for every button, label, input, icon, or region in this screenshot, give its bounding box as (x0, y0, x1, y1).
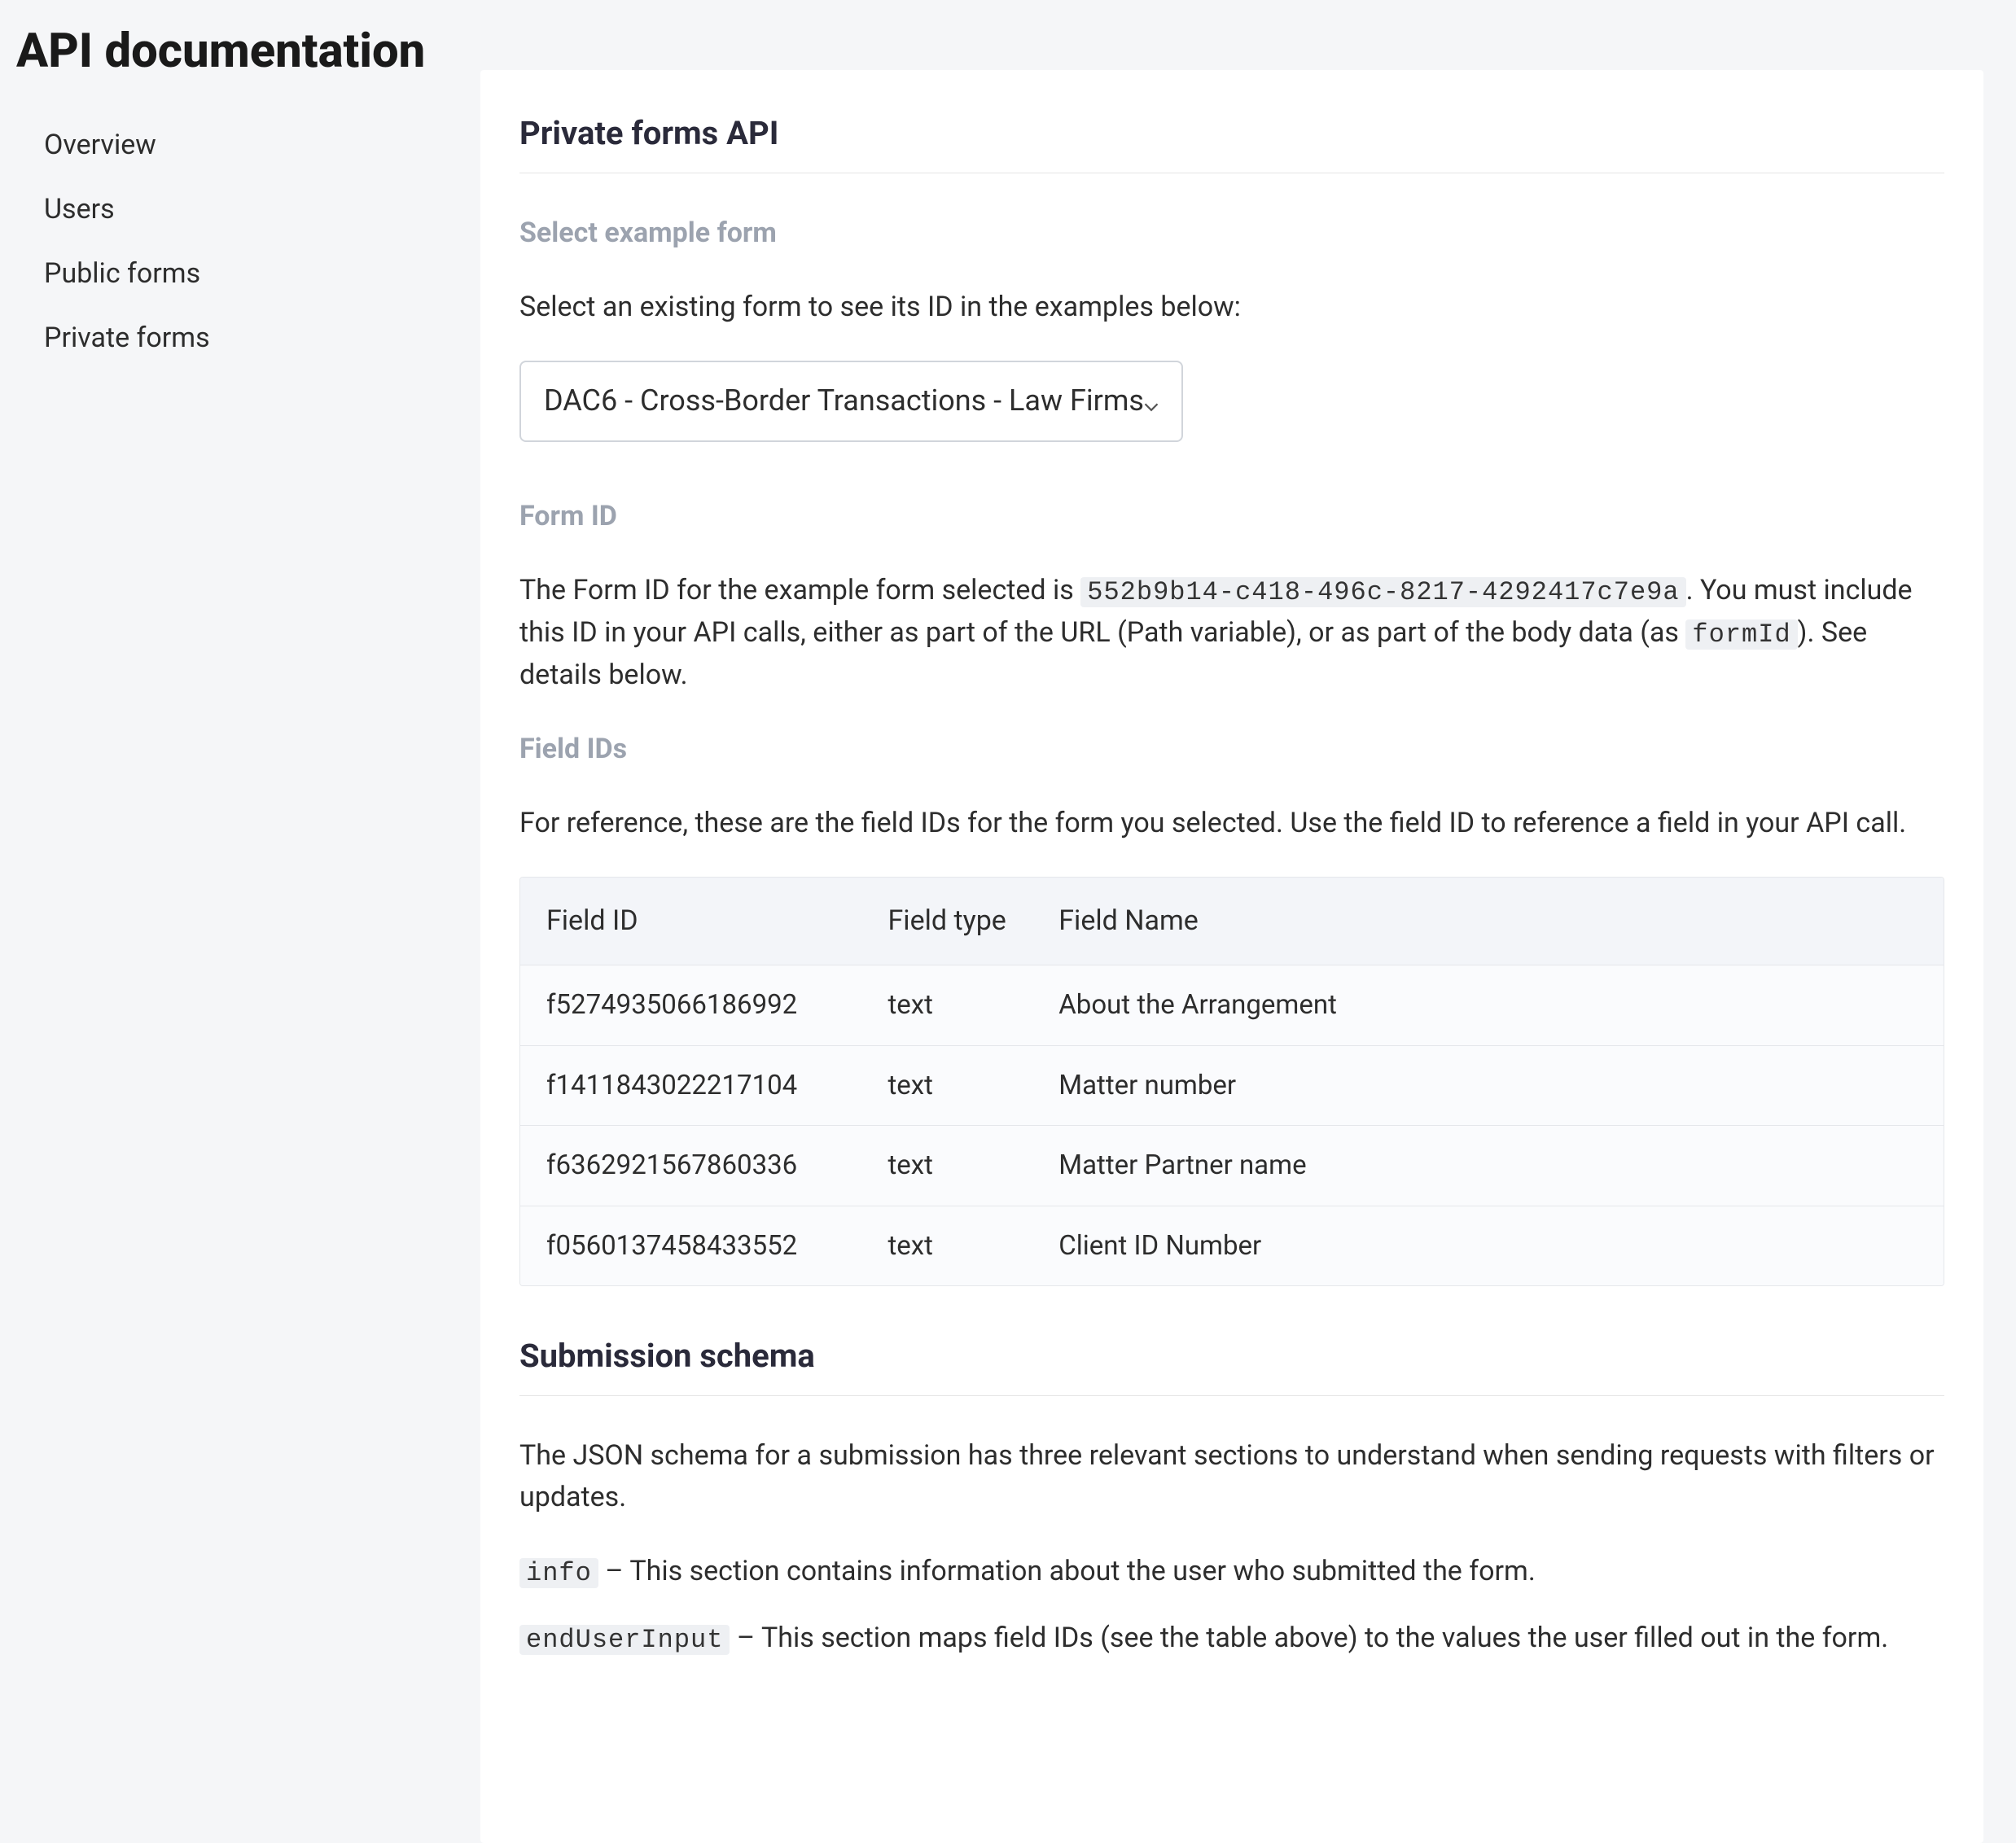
divider (519, 1395, 1944, 1396)
cell-field-type: text (862, 1206, 1033, 1285)
form-select-value: DAC6 - Cross-Border Transactions - Law F… (544, 383, 1144, 418)
sidebar-nav: Overview Users Public forms Private form… (16, 113, 464, 370)
schema-item-info: info – This section contains information… (519, 1551, 1944, 1593)
table-row: f5274935066186992 text About the Arrange… (520, 965, 1944, 1046)
cell-field-type: text (862, 1045, 1033, 1126)
cell-field-name: Matter number (1032, 1045, 1944, 1126)
field-ids-table: Field ID Field type Field Name f52749350… (520, 878, 1944, 1285)
form-select-dropdown[interactable]: DAC6 - Cross-Border Transactions - Law F… (519, 361, 1183, 442)
subsection-field-ids: Field IDs (519, 729, 1944, 770)
cell-field-type: text (862, 965, 1033, 1046)
field-ids-table-wrapper[interactable]: Field ID Field type Field Name f52749350… (519, 877, 1944, 1286)
schema-code-enduserinput: endUserInput (519, 1625, 730, 1655)
submission-schema-intro: The JSON schema for a submission has thr… (519, 1435, 1944, 1518)
table-row: f0560137458433552 text Client ID Number (520, 1206, 1944, 1285)
main-content: Private forms API Select example form Se… (480, 70, 1983, 1843)
form-id-description: The Form ID for the example form selecte… (519, 570, 1944, 696)
page-title: API documentation (16, 16, 464, 87)
table-header-field-name: Field Name (1032, 878, 1944, 965)
cell-field-name: Matter Partner name (1032, 1126, 1944, 1206)
cell-field-id: f1411843022217104 (520, 1045, 862, 1126)
form-id-code: 552b9b14-c418-496c-8217-4292417c7e9a (1080, 577, 1685, 607)
field-ids-instruction: For reference, these are the field IDs f… (519, 803, 1944, 844)
sidebar-item-public-forms[interactable]: Public forms (44, 242, 464, 306)
cell-field-name: About the Arrangement (1032, 965, 1944, 1046)
formid-param-code: formId (1685, 619, 1797, 650)
schema-desc-enduserinput: – This section maps field IDs (see the t… (730, 1622, 1888, 1654)
subsection-select-example-form: Select example form (519, 212, 1944, 254)
sidebar-item-users[interactable]: Users (44, 177, 464, 242)
cell-field-id: f0560137458433552 (520, 1206, 862, 1285)
table-row: f6362921567860336 text Matter Partner na… (520, 1126, 1944, 1206)
schema-code-info: info (519, 1558, 598, 1588)
form-id-text-before: The Form ID for the example form selecte… (519, 574, 1080, 606)
cell-field-id: f6362921567860336 (520, 1126, 862, 1206)
chevron-down-icon (1144, 380, 1159, 424)
cell-field-id: f5274935066186992 (520, 965, 862, 1046)
sidebar-item-private-forms[interactable]: Private forms (44, 306, 464, 370)
cell-field-type: text (862, 1126, 1033, 1206)
table-header-field-id: Field ID (520, 878, 862, 965)
schema-item-enduserinput: endUserInput – This section maps field I… (519, 1618, 1944, 1660)
schema-desc-info: – This section contains information abou… (598, 1555, 1536, 1587)
section-title-private-forms-api: Private forms API (519, 109, 1944, 158)
sidebar-item-overview[interactable]: Overview (44, 113, 464, 177)
cell-field-name: Client ID Number (1032, 1206, 1944, 1285)
table-header-field-type: Field type (862, 878, 1033, 965)
select-form-instruction: Select an existing form to see its ID in… (519, 287, 1944, 328)
section-title-submission-schema: Submission schema (519, 1332, 1944, 1381)
subsection-form-id: Form ID (519, 496, 1944, 537)
table-row: f1411843022217104 text Matter number (520, 1045, 1944, 1126)
